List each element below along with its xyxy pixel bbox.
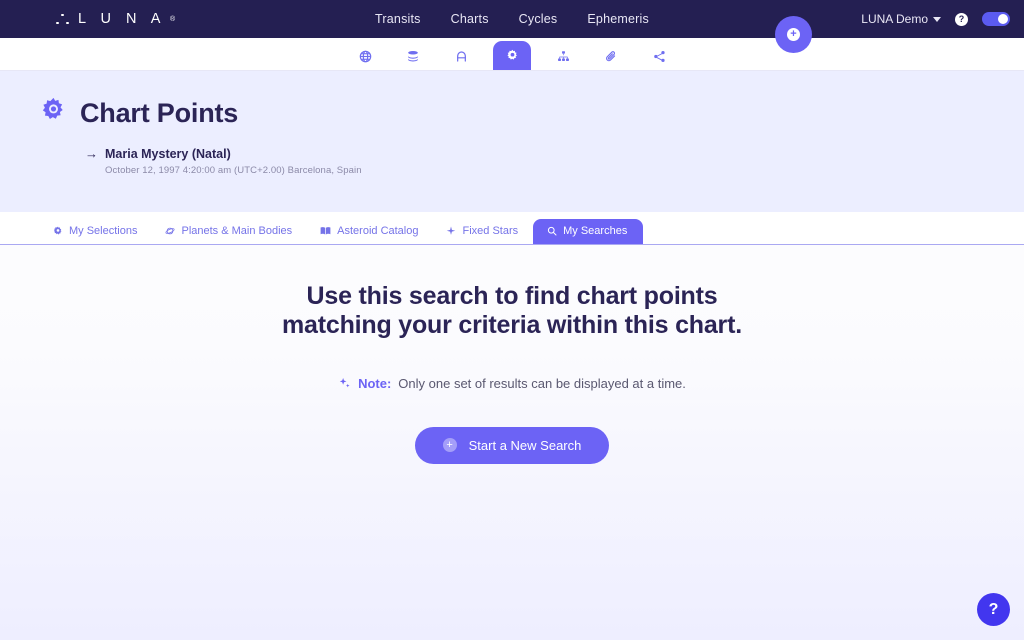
tab-planets-main-bodies[interactable]: Planets & Main Bodies (152, 220, 305, 244)
sitemap-icon[interactable] (547, 42, 579, 70)
tab-bar: My Selections Planets & Main Bodies Aste… (0, 212, 1024, 245)
plus-circle-icon: + (787, 28, 800, 41)
arrow-right-icon: → (85, 146, 98, 161)
note-label: Note: (358, 375, 392, 391)
registered-mark: ® (169, 15, 176, 23)
tab-label: Fixed Stars (462, 225, 519, 237)
book-icon (320, 227, 331, 235)
nav-item-charts[interactable]: Charts (451, 12, 489, 26)
app-root: L U N A ® Transits Charts Cycles Ephemer… (0, 0, 1024, 640)
theme-toggle[interactable] (982, 12, 1010, 26)
page-title-row: Chart Points (40, 97, 1024, 129)
chevron-down-icon (933, 16, 941, 22)
page-hero: Chart Points → Maria Mystery (Natal) Oct… (0, 71, 1024, 212)
globe-icon[interactable] (349, 42, 381, 70)
tab-label: Asteroid Catalog (337, 225, 419, 237)
brand-logo[interactable]: L U N A ® (56, 11, 175, 27)
main-content: Use this search to find chart points mat… (0, 245, 1024, 464)
chart-subject: → Maria Mystery (Natal) October 12, 1997… (85, 146, 1024, 176)
sun-icon (53, 226, 62, 235)
user-menu[interactable]: LUNA Demo (861, 12, 941, 26)
tab-asteroid-catalog[interactable]: Asteroid Catalog (307, 220, 431, 244)
letter-a-icon[interactable] (445, 42, 477, 70)
tab-label: My Searches (563, 225, 628, 237)
floating-help-button[interactable]: ? (977, 593, 1010, 626)
chart-subject-row[interactable]: → Maria Mystery (Natal) (85, 146, 1024, 161)
note-row: Note: Only one set of results can be dis… (0, 376, 1024, 391)
brand-name: L U N A (78, 11, 166, 27)
chart-subject-details: October 12, 1997 4:20:00 am (UTC+2.00) B… (105, 165, 362, 176)
primary-nav: Transits Charts Cycles Ephemeris (375, 12, 649, 26)
planet-icon (165, 227, 176, 235)
cta-wrapper: + Start a New Search (0, 426, 1024, 464)
share-icon[interactable] (643, 42, 675, 70)
nav-item-transits[interactable]: Transits (375, 12, 421, 26)
note-text: Only one set of results can be displayed… (398, 375, 686, 391)
empty-state-headline: Use this search to find chart points mat… (0, 282, 1024, 340)
tab-label: Planets & Main Bodies (181, 225, 293, 237)
user-menu-label: LUNA Demo (861, 12, 928, 26)
plus-circle-icon: + (442, 438, 457, 452)
paperclip-icon[interactable] (595, 42, 627, 70)
nav-item-cycles[interactable]: Cycles (519, 12, 558, 26)
sparkle-icon (339, 377, 350, 387)
nav-item-ephemeris[interactable]: Ephemeris (587, 12, 649, 26)
tab-fixed-stars[interactable]: Fixed Stars (433, 220, 531, 244)
cta-label: Start a New Search (468, 437, 582, 453)
sun-gear-icon (40, 97, 67, 129)
start-new-search-button[interactable]: + Start a New Search (414, 426, 610, 464)
headline-line-1: Use this search to find chart points (306, 282, 718, 310)
star-plus-icon (447, 226, 456, 235)
page-title: Chart Points (80, 97, 239, 128)
navbar-right-cluster: LUNA Demo ? (861, 12, 1010, 26)
headline-line-2: matching your criteria within this chart… (282, 310, 742, 339)
therefore-dots-icon (56, 13, 69, 25)
chart-subject-name: Maria Mystery (Natal) (105, 146, 231, 161)
top-navbar: L U N A ® Transits Charts Cycles Ephemer… (0, 0, 1024, 38)
icon-toolbar (0, 38, 1024, 71)
tab-my-searches[interactable]: My Searches (533, 219, 644, 244)
gear-icon[interactable] (493, 41, 531, 70)
help-icon[interactable]: ? (955, 12, 968, 26)
tab-my-selections[interactable]: My Selections (40, 220, 150, 244)
search-icon (548, 226, 557, 236)
add-button[interactable]: + (775, 16, 812, 53)
layers-icon[interactable] (397, 42, 429, 70)
tab-label: My Selections (69, 225, 138, 237)
